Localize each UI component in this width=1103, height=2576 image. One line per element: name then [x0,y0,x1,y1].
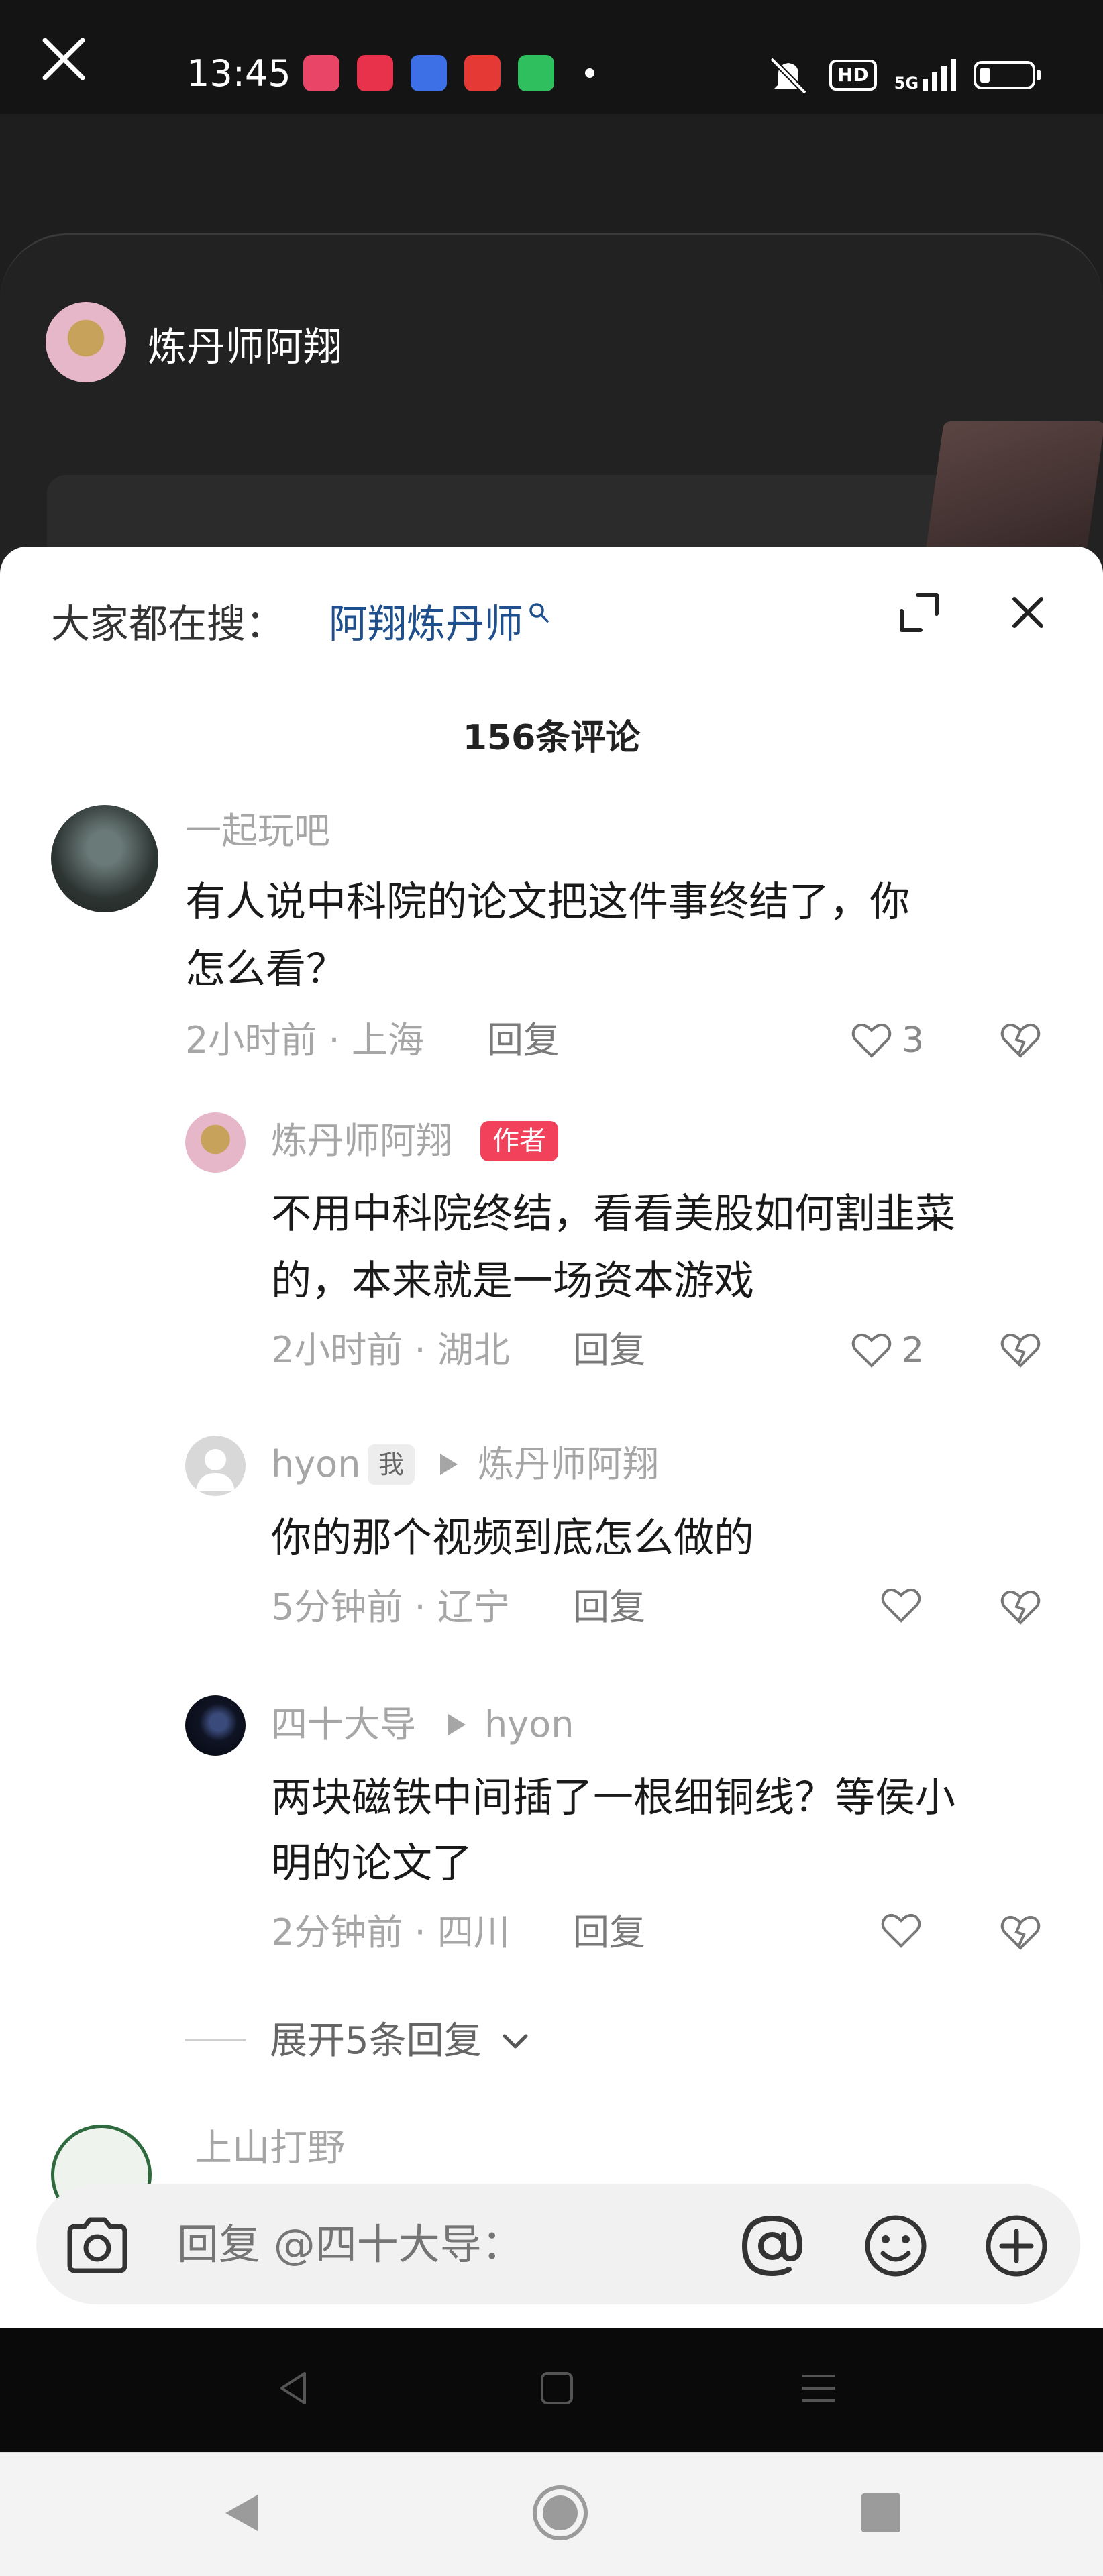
comment-sheet: 大家都在搜： 阿翔炼丹师 156条评论 一起玩吧 有人说中科院的论文把这件事终结… [0,547,1103,2328]
broken-heart-icon[interactable] [998,1585,1043,1629]
system-nav-bar [0,2328,1103,2452]
comment-username[interactable]: 一起玩吧 [185,807,330,855]
avatar[interactable] [185,1695,246,1756]
avatar[interactable] [51,805,158,912]
reply-button[interactable]: 回复 [573,1326,645,1375]
heart-icon [851,1333,892,1368]
close-icon[interactable] [1004,588,1052,637]
comment-count-title: 156条评论 [462,718,641,758]
shop-green-icon [518,55,554,91]
comment-username[interactable]: hyon [271,1440,360,1489]
like-button[interactable] [879,1909,931,1953]
baidu-icon [411,55,447,91]
back-icon[interactable] [274,2368,314,2408]
search-suggestion-text[interactable]: 阿翔炼丹师 [329,597,523,651]
status-time: 13:45 [187,52,291,95]
broken-heart-icon[interactable] [998,1328,1043,1373]
mute-bell-icon [770,57,807,95]
comment-input[interactable] [177,2210,714,2277]
heart-icon [881,1588,921,1623]
reply-to-username[interactable]: hyon [484,1701,574,1749]
heart-icon [881,1913,921,1948]
close-icon[interactable] [37,32,91,86]
reply-button[interactable]: 回复 [573,1583,645,1631]
like-count: 3 [902,1020,925,1061]
comment-text: 有人说中科院的论文把这件事终结了，你 [185,879,910,926]
search-icon [529,603,549,623]
add-icon[interactable] [980,2209,1053,2283]
camera-icon[interactable] [60,2212,134,2279]
status-icons: HD 5G [765,54,1041,97]
comment-username[interactable]: 炼丹师阿翔 [271,1117,452,1165]
reply-button[interactable]: 回复 [573,1909,645,1957]
like-button[interactable]: 2 [849,1326,924,1375]
secondary-nav-bar [0,2452,1103,2576]
expand-divider [185,2039,246,2041]
menu-icon[interactable] [798,2368,839,2408]
like-button[interactable]: 3 [849,1016,924,1065]
avatar[interactable] [185,1112,246,1173]
comment-text: 明的论文了 [271,1840,472,1887]
search-suggestion-link[interactable]: 阿翔炼丹师 [329,597,550,651]
pinduoduo-icon [303,55,339,91]
comment-text: 怎么看？ [185,946,346,993]
broken-heart-icon[interactable] [998,1911,1043,1955]
broken-heart-icon[interactable] [998,1018,1043,1063]
search-suggestion-label: 大家都在搜： [51,601,285,647]
home-circle-icon[interactable] [530,2483,590,2543]
fullscreen-icon[interactable] [895,588,943,637]
comment-text: 你的那个视频到底怎么做的 [271,1515,754,1562]
emoji-icon[interactable] [859,2209,933,2283]
mention-icon[interactable] [735,2209,809,2283]
comment-meta: 2小时前 · 上海 [185,1019,424,1061]
like-button[interactable] [879,1583,931,1627]
reply-arrow-icon [440,1454,458,1475]
comment-username[interactable]: 四十大导 [271,1701,416,1749]
comment-text: 不用中科院终结，看看美股如何割韭菜 [271,1191,955,1238]
expand-replies-button[interactable]: 展开5条回复 [270,2016,482,2067]
reply-arrow-icon [448,1714,466,1735]
hd-label: HD [829,60,877,91]
default-user-icon [196,1449,235,1491]
toutiao-icon [464,55,501,91]
battery-icon [974,61,1041,89]
like-count: 2 [902,1330,925,1371]
me-badge: 我 [368,1444,415,1485]
recents-square-icon[interactable] [859,2491,903,2535]
author-avatar[interactable] [46,302,126,382]
comment-text: 的，本来就是一场资本游戏 [271,1258,754,1305]
network-label: 5G [894,74,919,93]
avatar[interactable] [185,1436,246,1496]
reply-to-username[interactable]: 炼丹师阿翔 [478,1440,659,1489]
author-badge: 作者 [480,1121,558,1161]
home-icon[interactable] [537,2368,577,2408]
comment-meta: 5分钟前 · 辽宁 [271,1586,510,1628]
comment-text: 两块磁铁中间插了一根细铜线？等侯小 [271,1774,955,1821]
back-triangle-icon[interactable] [219,2489,266,2536]
notification-dot [585,68,594,78]
comment-meta: 2小时前 · 湖北 [271,1329,510,1371]
author-name[interactable]: 炼丹师阿翔 [148,321,342,373]
signal-icon: 5G [894,59,957,93]
chevron-down-icon[interactable] [498,2024,533,2059]
reply-button[interactable]: 回复 [487,1016,560,1065]
app-red-icon [357,55,393,91]
comment-meta: 2分钟前 · 四川 [271,1911,510,1953]
comment-username[interactable]: 上山打野 [195,2125,345,2173]
heart-icon [851,1023,892,1058]
